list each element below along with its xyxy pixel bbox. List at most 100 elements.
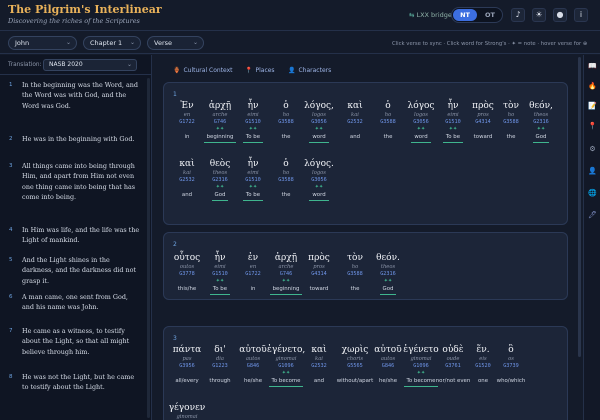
translation-select[interactable]: NASB 2020 ⌄ (43, 59, 137, 71)
verse-card[interactable]: 1ἘνenG1722·inἀρχῇarcheG746✦✦beginningἦνe… (163, 82, 568, 225)
verse-card[interactable]: 3πάνταpasG3956·all/everyδι'diaG1223·thro… (163, 326, 568, 420)
note-marker: ✦✦ (314, 184, 324, 190)
app-subtitle: Discovering the riches of the Scriptures (8, 17, 140, 25)
translation-select-value: NASB 2020 (49, 61, 83, 68)
scrollbar-thumb[interactable] (578, 57, 581, 357)
book-select[interactable]: John ⌄ (8, 36, 77, 50)
tab-label: Characters (298, 67, 332, 74)
greek-word: γέγονεν (168, 403, 206, 413)
book-select-value: John (15, 39, 30, 47)
context-tabs: 🏺 Cultural Context 📍 Places 👤 Characters (153, 65, 577, 79)
greek-word: καὶ (311, 345, 327, 355)
book-icon[interactable]: 📖 (587, 61, 598, 72)
navigation-bar: John ⌄ Chapter 1 ⌄ Verse ⌄ Click verse to s… (0, 32, 600, 54)
pin-icon[interactable]: 📍 (587, 121, 598, 132)
strongs-number[interactable]: G2316 (369, 271, 407, 278)
verse-number: 8 (9, 374, 13, 380)
testament-nt-button[interactable]: NT (453, 9, 477, 21)
interlinear-word[interactable]: λόγος, logos G3056 ✦✦ word (300, 101, 338, 143)
notes-icon[interactable]: 📝 (587, 101, 598, 112)
interlinear-word[interactable]: θεόν. theos G2316 ✦✦ God (369, 253, 407, 295)
tab-places[interactable]: 📍 Places (245, 67, 275, 74)
english-gloss: word (300, 133, 338, 143)
strongs-number[interactable]: G3056 (300, 119, 338, 126)
flame-icon[interactable]: 🔥 (587, 81, 598, 92)
verse-number: 4 (9, 227, 13, 233)
english-gloss-linked[interactable]: God (532, 133, 550, 143)
sun-icon[interactable]: ☀ (532, 8, 546, 22)
english-gloss-linked[interactable]: word (309, 133, 329, 143)
globe-icon[interactable]: 🌐 (587, 188, 598, 199)
verse-text: In the beginning was the Word, and the W… (22, 81, 138, 110)
english-gloss-linked[interactable]: God (211, 191, 229, 201)
english-gloss-linked[interactable]: To be (209, 285, 231, 295)
verse-card[interactable]: 2οὗτοςoutosG3778·this/heἦνeimiG1510✦✦To … (163, 232, 568, 300)
english-gloss: toward (309, 286, 329, 292)
pen-icon[interactable]: 🖊 (587, 210, 598, 221)
strongs-number[interactable]: G2532 (300, 363, 338, 370)
english-gloss-linked[interactable]: beginning (269, 285, 303, 295)
tab-cultural-context[interactable]: 🏺 Cultural Context (173, 67, 233, 74)
verse-select[interactable]: Verse ⌄ (147, 36, 204, 50)
transliteration: pros (313, 264, 325, 270)
chevron-down-icon: ⌄ (129, 39, 135, 46)
chevron-down-icon: ⌄ (126, 61, 132, 68)
strongs-number[interactable]: G4314 (300, 271, 338, 278)
interlinear-word[interactable]: λόγος. logos G3056 ✦✦ word (300, 159, 338, 201)
lxx-bridge-toggle[interactable]: ⇆ LXX bridge (409, 11, 452, 19)
strongs-number[interactable]: G2316 (522, 119, 560, 126)
left-scrollbar[interactable] (147, 78, 150, 418)
interlinear-word[interactable]: γέγονενginomai·· (168, 403, 206, 420)
main-scrollbar[interactable] (578, 55, 581, 420)
note-marker: ✦✦ (383, 278, 393, 284)
person-icon[interactable]: 👤 (587, 166, 598, 177)
strongs-number[interactable]: G3056 (300, 177, 338, 184)
strongs-number[interactable]: G3739 (492, 363, 530, 370)
note-marker: ✦✦ (314, 126, 324, 132)
lxx-bridge-label: LXX bridge (416, 11, 452, 19)
info-icon[interactable]: i (574, 8, 588, 22)
english-gloss: God (522, 133, 560, 143)
cultural-context-icon: 🏺 (173, 67, 181, 74)
music-icon[interactable]: ♪ (511, 8, 525, 22)
transliteration: ginomai (176, 414, 198, 420)
english-gloss-linked[interactable]: word (411, 133, 431, 143)
interlinear-word[interactable]: πρὸςprosG4314·toward (300, 253, 338, 293)
transliteration: theos (380, 264, 396, 270)
english-gloss-linked[interactable]: To be (442, 133, 464, 143)
verse-select-value: Verse (154, 39, 172, 47)
verse-number: 2 (9, 136, 13, 142)
interlinear-word[interactable]: ὃosG3739·who/which (492, 345, 530, 385)
testament-switch[interactable]: NT OT (451, 7, 503, 23)
interlinear-word[interactable]: θεόν, theos G2316 ✦✦ God (522, 101, 560, 143)
verse-text: All things came into being through Him, … (22, 162, 136, 202)
verse-card-number: 1 (173, 91, 177, 98)
chapter-select[interactable]: Chapter 1 ⌄ (83, 36, 141, 50)
transliteration: kai (315, 356, 323, 362)
greek-word: θεόν. (376, 253, 400, 263)
verse-text: He came as a witness, to testify about t… (22, 327, 130, 356)
tab-label: Places (255, 67, 275, 74)
english-gloss-linked[interactable]: To become (268, 377, 304, 387)
testament-ot-button[interactable]: OT (478, 9, 502, 21)
interlinear-word[interactable]: καὶkaiG2532·and (300, 345, 338, 385)
verse-number: 5 (9, 257, 13, 263)
note-marker: · (300, 370, 338, 377)
tab-label: Cultural Context (183, 67, 233, 74)
english-gloss-linked[interactable]: To be (242, 133, 264, 143)
english-gloss-linked[interactable]: To be (242, 191, 264, 201)
settings-icon[interactable]: ⚙ (587, 144, 598, 155)
places-icon: 📍 (245, 67, 253, 74)
greek-word: θεόν, (529, 101, 553, 111)
transliteration: os (508, 356, 514, 362)
english-gloss-linked[interactable]: beginning (203, 133, 237, 143)
tab-characters[interactable]: 👤 Characters (288, 67, 331, 74)
english-gloss-linked[interactable]: word (309, 191, 329, 201)
verse-number: 6 (9, 294, 13, 300)
user-icon[interactable]: ● (553, 8, 567, 22)
tool-rail: 📖 🔥 📝 📍 ⚙ 👤 🌐 🖊 (583, 55, 600, 420)
app-header: The Pilgrim's Interlinear Discovering th… (0, 0, 600, 31)
verse-text: A man came, one sent from God, and his n… (22, 293, 128, 312)
english-gloss: God (369, 285, 407, 295)
english-gloss-linked[interactable]: God (379, 285, 397, 295)
